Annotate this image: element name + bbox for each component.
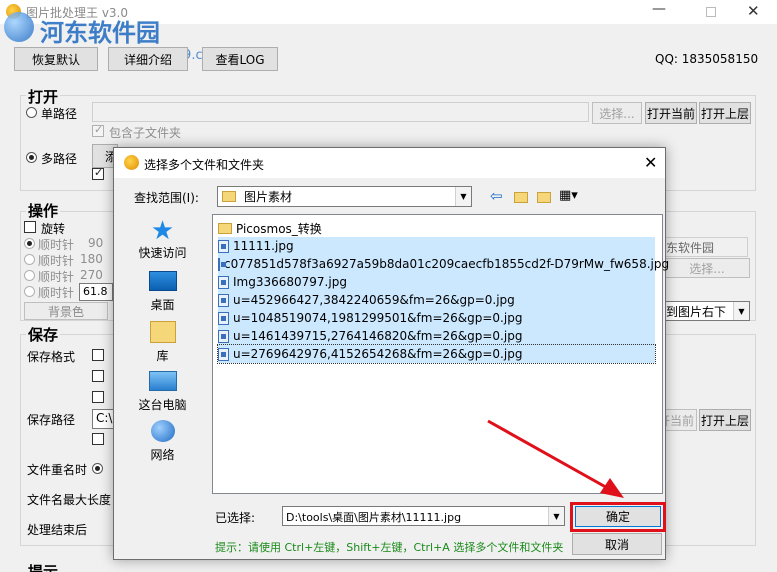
annotation-arrow: [487, 419, 624, 498]
